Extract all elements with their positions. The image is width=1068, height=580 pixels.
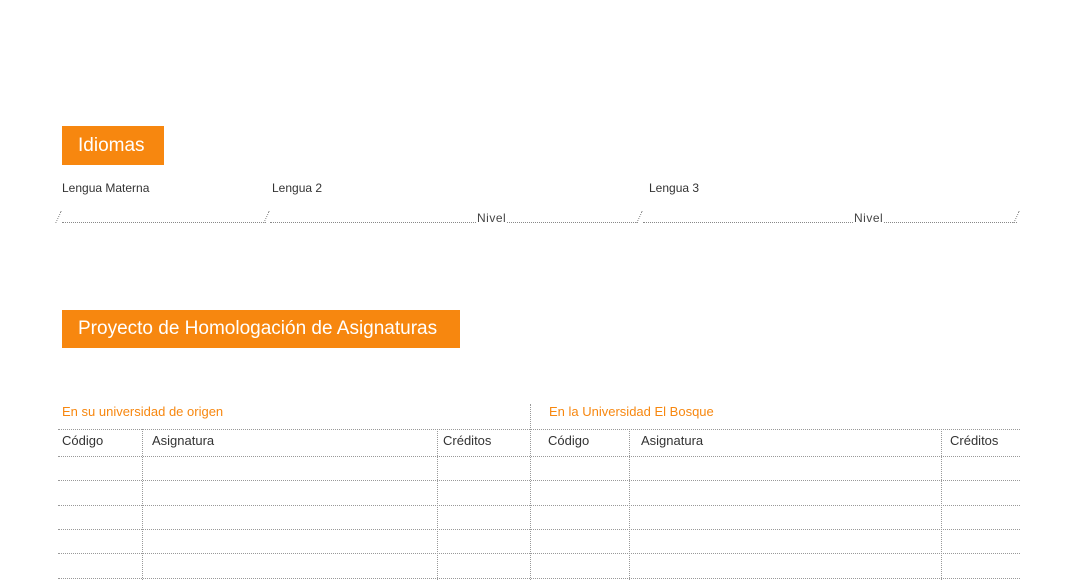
lengua-3-label: Lengua 3 xyxy=(649,181,700,195)
lengua-2-label: Lengua 2 xyxy=(272,181,323,195)
table-row-border xyxy=(58,553,1020,554)
lengua-materna-field[interactable] xyxy=(62,211,266,223)
bosque-codigo-header: Código xyxy=(548,433,590,448)
table-row-border xyxy=(58,505,1020,506)
table-row-border xyxy=(58,529,1020,530)
lengua-3-nivel-label: Nivel xyxy=(853,211,885,225)
table-top-border xyxy=(58,429,1020,430)
bosque-asignatura-header: Asignatura xyxy=(641,433,704,448)
lengua-2-nivel-label: Nivel xyxy=(476,211,508,225)
proyecto-title-text: Proyecto de Homologación de Asignaturas xyxy=(78,318,438,339)
table-row-border xyxy=(58,480,1020,481)
proyecto-section-title: Proyecto de Homologación de Asignaturas xyxy=(62,310,460,348)
lengua-2-field[interactable] xyxy=(270,211,638,223)
origin-university-heading: En su universidad de origen xyxy=(62,404,224,419)
bosque-creditos-header: Créditos xyxy=(950,433,999,448)
column-divider xyxy=(437,429,438,580)
idiomas-section-title: Idiomas xyxy=(62,126,164,165)
column-divider xyxy=(142,429,143,580)
column-divider xyxy=(629,429,630,580)
origin-codigo-header: Código xyxy=(62,433,104,448)
column-divider xyxy=(941,429,942,580)
origin-asignatura-header: Asignatura xyxy=(152,433,215,448)
table-row-border xyxy=(58,578,1020,579)
idiomas-title-text: Idiomas xyxy=(78,134,145,156)
lengua-3-field[interactable] xyxy=(643,211,1017,223)
table-header-border xyxy=(58,456,1020,457)
lengua-materna-label: Lengua Materna xyxy=(62,181,150,195)
el-bosque-heading: En la Universidad El Bosque xyxy=(549,404,714,419)
origin-creditos-header: Créditos xyxy=(443,433,492,448)
